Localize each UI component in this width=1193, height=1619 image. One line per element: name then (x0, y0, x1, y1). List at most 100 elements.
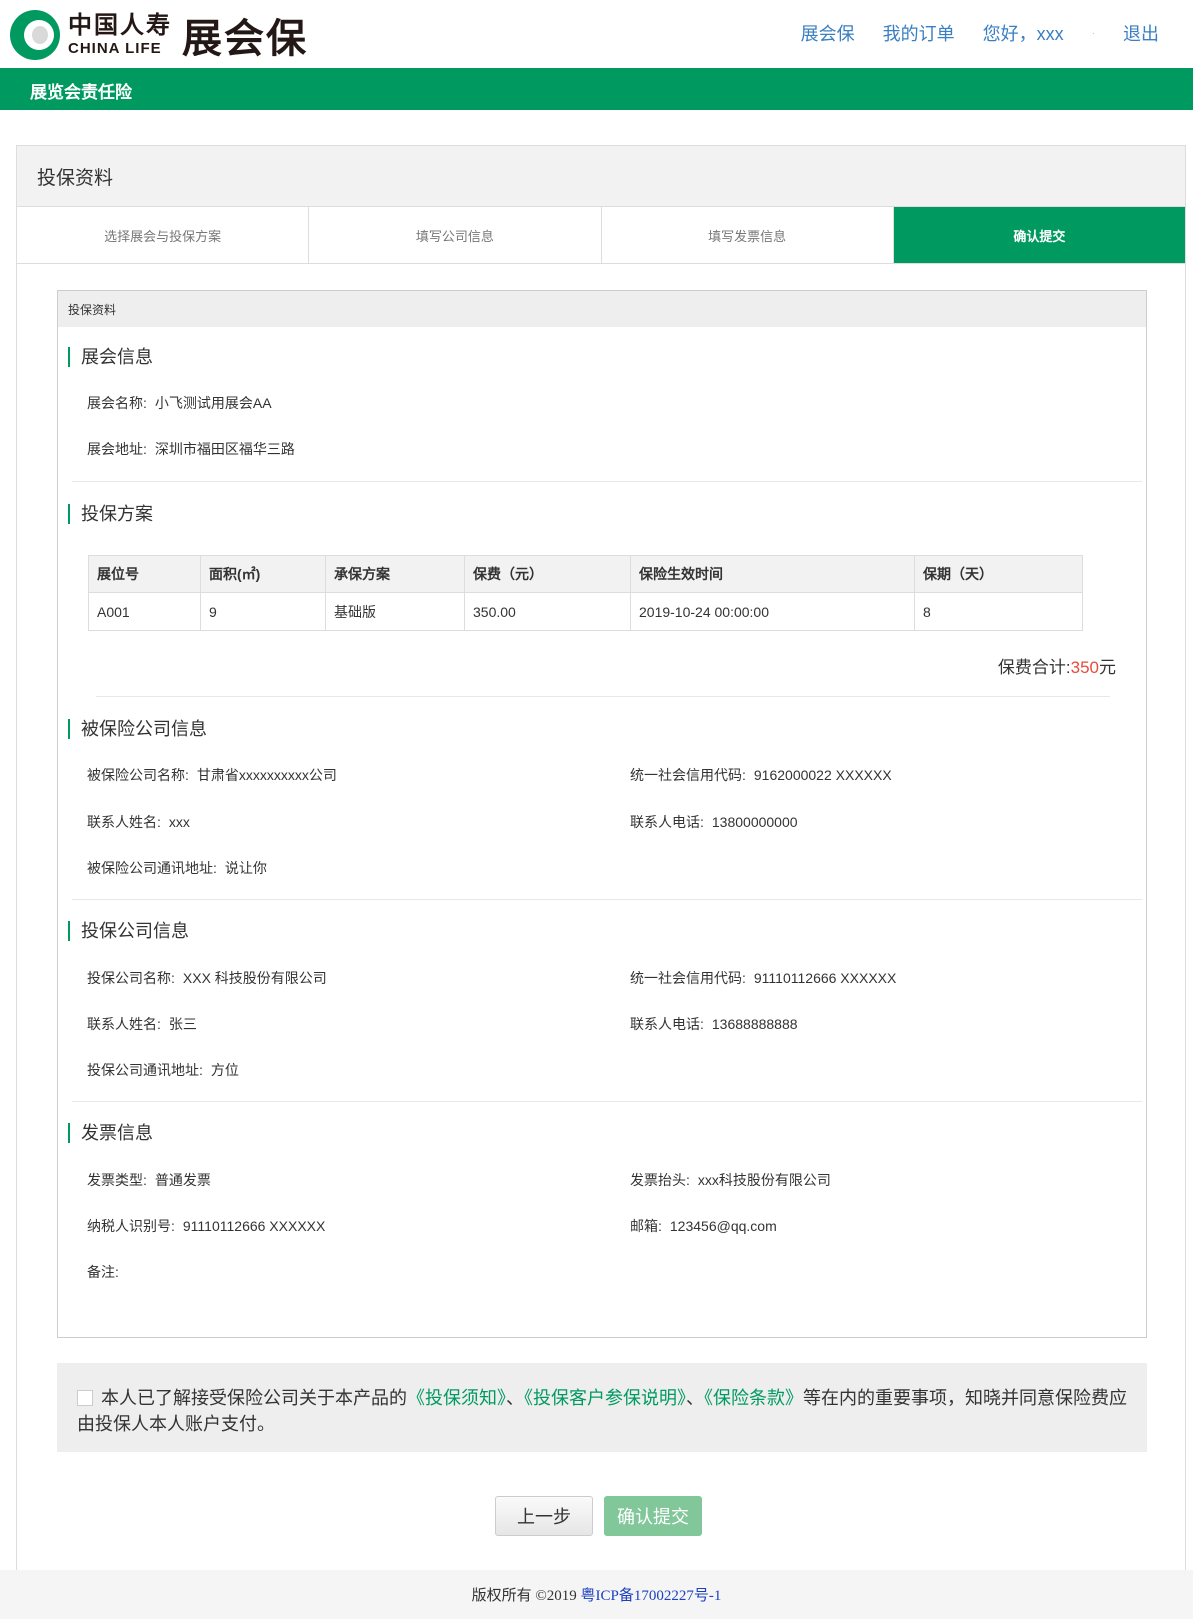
footer-icp-link[interactable]: 粤ICP备17002227号-1 (581, 1588, 722, 1604)
table-row: A001 9 基础版 350.00 2019-10-24 00:00:00 8 (88, 592, 1083, 631)
cell-scheme: 基础版 (325, 592, 465, 631)
applicant-credit-value: 91110112666 XXXXXX (753, 970, 897, 986)
invoice-type-field: 发票类型: 普通发票 (87, 1170, 211, 1190)
section-exhibition-title: 展会信息 (68, 347, 153, 367)
invoice-type-label: 发票类型: (87, 1172, 147, 1188)
applicant-name-label: 投保公司名称: (87, 970, 175, 986)
footer: 版权所有 ©2019 粤ICP备17002227号-1 (0, 1570, 1193, 1619)
main-panel: 投保资料 选择展会与投保方案 填写公司信息 填写发票信息 确认提交 投保资料 展… (16, 145, 1186, 1570)
applicant-address-value: 方位 (210, 1062, 239, 1078)
agreement-sep2: 、 (686, 1388, 704, 1408)
plan-table: 展位号 面积(㎡) 承保方案 保费（元） 保险生效时间 保期（天） A001 9… (88, 555, 1083, 631)
col-scheme: 承保方案 (325, 555, 465, 593)
top-header: 中国人寿 CHINA LIFE 展会保 展会保 我的订单 您好，xxx · 退出 (0, 0, 1193, 68)
section-insured-title: 被保险公司信息 (68, 719, 207, 739)
agreement-text-before: 本人已了解接受保险公司关于本产品的 (101, 1388, 407, 1408)
doc-customer-guide-link[interactable]: 《投保客户参保说明》 (524, 1388, 686, 1408)
applicant-credit-label: 统一社会信用代码: (630, 970, 746, 986)
invoice-tax-label: 纳税人识别号: (87, 1218, 175, 1234)
col-effective-time: 保险生效时间 (630, 555, 915, 593)
divider (72, 481, 1142, 482)
nav-home-link[interactable]: 展会保 (801, 20, 855, 46)
agreement-sep1: 、 (506, 1388, 524, 1408)
applicant-credit-field: 统一社会信用代码: 91110112666 XXXXXX (630, 968, 896, 988)
invoice-tax-value: 91110112666 XXXXXX (182, 1218, 326, 1234)
china-life-logo[interactable]: 中国人寿 CHINA LIFE 展会保 (10, 10, 308, 61)
section-plan-title: 投保方案 (68, 504, 153, 524)
doc-insurance-notice-link[interactable]: 《投保须知》 (407, 1388, 506, 1408)
insured-address-field: 被保险公司通讯地址: 说让你 (87, 858, 267, 878)
cell-period: 8 (914, 592, 1083, 631)
invoice-type-value: 普通发票 (154, 1172, 211, 1188)
step-choose-plan[interactable]: 选择展会与投保方案 (17, 207, 310, 263)
doc-insurance-terms-link[interactable]: 《保险条款》 (704, 1388, 803, 1408)
confirm-submit-button[interactable]: 确认提交 (604, 1496, 702, 1536)
prev-step-button[interactable]: 上一步 (495, 1496, 593, 1536)
insured-credit-value: 9162000022 XXXXXX (753, 767, 892, 783)
invoice-tax-field: 纳税人识别号: 91110112666 XXXXXX (87, 1216, 325, 1236)
exhibition-address-field: 展会地址: 深圳市福田区福华三路 (87, 439, 295, 459)
cell-premium: 350.00 (464, 592, 631, 631)
invoice-email-label: 邮箱: (630, 1218, 662, 1234)
col-period: 保期（天） (914, 555, 1083, 593)
applicant-contact-label: 联系人姓名: (87, 1016, 161, 1032)
step-invoice-info[interactable]: 填写发票信息 (602, 207, 894, 263)
nav-logout-link[interactable]: 退出 (1123, 20, 1159, 46)
applicant-phone-label: 联系人电话: (630, 1016, 704, 1032)
insured-credit-field: 统一社会信用代码: 9162000022 XXXXXX (630, 765, 892, 785)
premium-total-label: 保费合计: (997, 658, 1071, 677)
premium-total-unit: 元 (1099, 658, 1116, 677)
exhibition-name-field: 展会名称: 小飞测试用展会AA (87, 393, 272, 413)
applicant-name-field: 投保公司名称: XXX 科技股份有限公司 (87, 968, 327, 988)
col-booth-no: 展位号 (88, 555, 201, 593)
invoice-email-field: 邮箱: 123456@qq.com (630, 1216, 777, 1236)
panel-title: 投保资料 (17, 146, 1185, 207)
premium-total-amount: 350 (1070, 658, 1099, 677)
applicant-phone-value: 13688888888 (711, 1016, 798, 1032)
cell-area: 9 (200, 592, 326, 631)
product-banner: 展览会责任险 (0, 68, 1193, 110)
divider (96, 696, 1110, 697)
insured-phone-label: 联系人电话: (630, 814, 704, 830)
invoice-header-field: 发票抬头: xxx科技股份有限公司 (630, 1170, 831, 1190)
nav-user-greeting[interactable]: 您好，xxx (983, 20, 1064, 46)
applicant-name-value: XXX 科技股份有限公司 (182, 970, 327, 986)
step-tabs: 选择展会与投保方案 填写公司信息 填写发票信息 确认提交 (17, 207, 1185, 264)
divider (72, 899, 1142, 900)
invoice-header-label: 发票抬头: (630, 1172, 690, 1188)
col-area: 面积(㎡) (200, 555, 326, 593)
step-company-info[interactable]: 填写公司信息 (309, 207, 602, 263)
insured-contact-field: 联系人姓名: xxx (87, 812, 190, 832)
invoice-remark-label: 备注: (87, 1264, 119, 1280)
section-applicant-title: 投保公司信息 (68, 921, 189, 941)
insured-credit-label: 统一社会信用代码: (630, 767, 746, 783)
insured-name-label: 被保险公司名称: (87, 767, 189, 783)
applicant-contact-field: 联系人姓名: 张三 (87, 1014, 197, 1034)
insured-contact-label: 联系人姓名: (87, 814, 161, 830)
insured-address-value: 说让你 (224, 860, 267, 876)
agreement-checkbox[interactable] (77, 1390, 93, 1406)
nav-orders-link[interactable]: 我的订单 (883, 20, 955, 46)
info-box: 投保资料 展会信息 展会名称: 小飞测试用展会AA 展会地址: 深圳市福田区福华三路… (57, 290, 1147, 1338)
invoice-header-value: xxx科技股份有限公司 (697, 1172, 831, 1188)
insured-address-label: 被保险公司通讯地址: (87, 860, 217, 876)
applicant-phone-field: 联系人电话: 13688888888 (630, 1014, 798, 1034)
nav-separator: · (1091, 27, 1095, 39)
col-premium: 保费（元） (464, 555, 631, 593)
plan-table-header-row: 展位号 面积(㎡) 承保方案 保费（元） 保险生效时间 保期（天） (88, 555, 1083, 593)
insured-phone-value: 13800000000 (711, 814, 798, 830)
logo-cn: 中国人寿 (68, 12, 172, 39)
logo-en: CHINA LIFE (68, 40, 162, 57)
product-name: 展会保 (182, 17, 308, 61)
exhibition-address-label: 展会地址: (87, 441, 147, 457)
step-confirm-submit[interactable]: 确认提交 (893, 207, 1185, 263)
invoice-email-value: 123456@qq.com (669, 1218, 777, 1234)
applicant-address-field: 投保公司通讯地址: 方位 (87, 1060, 239, 1080)
insured-contact-value: xxx (168, 814, 190, 830)
agreement-box: 本人已了解接受保险公司关于本产品的《投保须知》、《投保客户参保说明》、《保险条款… (57, 1363, 1147, 1452)
exhibition-name-label: 展会名称: (87, 395, 147, 411)
insured-name-field: 被保险公司名称: 甘肃省xxxxxxxxxx公司 (87, 765, 337, 785)
exhibition-name-value: 小飞测试用展会AA (154, 395, 272, 411)
cell-booth-no: A001 (88, 592, 201, 631)
insured-phone-field: 联系人电话: 13800000000 (630, 812, 798, 832)
